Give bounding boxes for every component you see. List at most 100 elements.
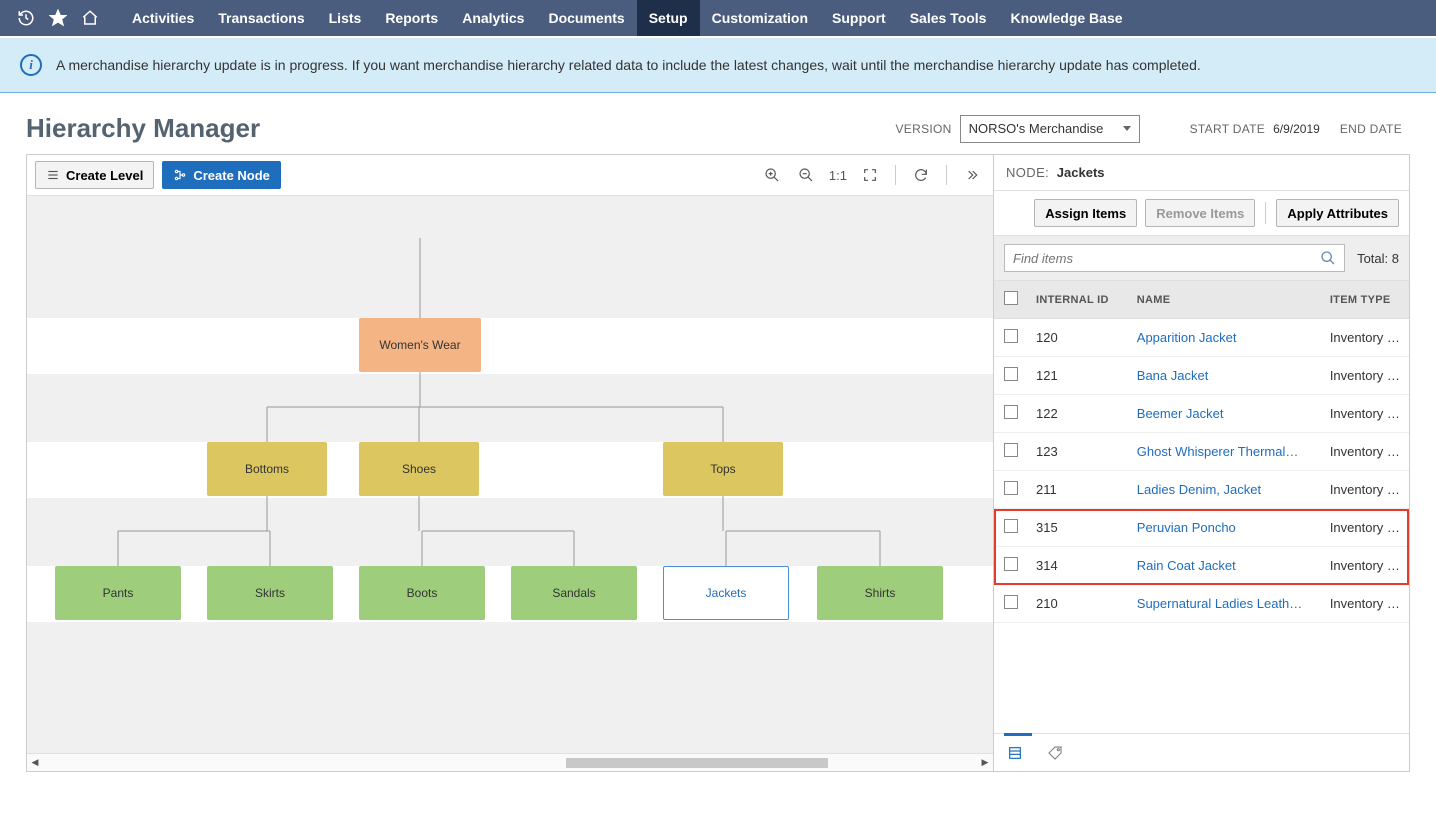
row-checkbox[interactable] <box>1004 329 1018 343</box>
total-count: Total: 8 <box>1357 251 1399 266</box>
star-icon[interactable] <box>44 4 72 32</box>
nav-transactions[interactable]: Transactions <box>206 0 316 36</box>
end-date-field: END DATE <box>1340 122 1410 136</box>
cell-name-link[interactable]: Apparition Jacket <box>1129 319 1322 357</box>
node-boots[interactable]: Boots <box>359 566 485 620</box>
cell-name-link[interactable]: Beemer Jacket <box>1129 395 1322 433</box>
cell-internal-id: 122 <box>1028 395 1129 433</box>
page-title: Hierarchy Manager <box>26 113 876 144</box>
nav-support[interactable]: Support <box>820 0 898 36</box>
page-header: Hierarchy Manager VERSION NORSO's Mercha… <box>0 93 1436 154</box>
version-select[interactable]: NORSO's Merchandise <box>960 115 1140 143</box>
node-tops[interactable]: Tops <box>663 442 783 496</box>
nav-sales-tools[interactable]: Sales Tools <box>898 0 999 36</box>
horizontal-scrollbar[interactable]: ◀ ▶ <box>27 753 993 771</box>
zoom-reset-button[interactable]: 1:1 <box>827 168 849 183</box>
search-icon <box>1320 250 1336 266</box>
main-split: Create Level Create Node 1:1 Women's Wea <box>26 154 1410 772</box>
create-level-button[interactable]: Create Level <box>35 161 154 189</box>
list-view-icon[interactable] <box>1004 742 1026 764</box>
table-row[interactable]: 210 Supernatural Ladies Leath… Inventory… <box>994 585 1409 623</box>
col-internal-id[interactable]: INTERNAL ID <box>1028 281 1129 319</box>
table-row[interactable]: 314 Rain Coat Jacket Inventory I… <box>994 547 1409 585</box>
cell-item-type: Inventory I… <box>1322 319 1409 357</box>
col-item-type[interactable]: ITEM TYPE <box>1322 281 1409 319</box>
separator <box>946 165 947 185</box>
table-row[interactable]: 120 Apparition Jacket Inventory I… <box>994 319 1409 357</box>
nav-customization[interactable]: Customization <box>700 0 820 36</box>
scroll-left-icon[interactable]: ◀ <box>27 757 43 768</box>
row-checkbox[interactable] <box>1004 367 1018 381</box>
node-skirts[interactable]: Skirts <box>207 566 333 620</box>
hierarchy-canvas[interactable]: Women's Wear Bottoms Shoes Tops Pants Skirts B… <box>27 196 993 753</box>
side-footer <box>994 733 1409 771</box>
scroll-thumb[interactable] <box>566 758 828 768</box>
nav-reports[interactable]: Reports <box>373 0 450 36</box>
table-row[interactable]: 121 Bana Jacket Inventory I… <box>994 357 1409 395</box>
apply-attributes-button[interactable]: Apply Attributes <box>1276 199 1399 227</box>
fullscreen-icon[interactable] <box>857 162 883 188</box>
search-input[interactable] <box>1013 251 1320 266</box>
cell-internal-id: 121 <box>1028 357 1129 395</box>
start-date-value: 6/9/2019 <box>1273 122 1320 136</box>
remove-items-button: Remove Items <box>1145 199 1255 227</box>
search-box[interactable] <box>1004 244 1345 272</box>
cell-item-type: Inventory I… <box>1322 395 1409 433</box>
node-jackets[interactable]: Jackets <box>663 566 789 620</box>
node-shirts[interactable]: Shirts <box>817 566 943 620</box>
version-field: VERSION NORSO's Merchandise <box>896 115 1140 143</box>
refresh-icon[interactable] <box>908 162 934 188</box>
node-bottoms[interactable]: Bottoms <box>207 442 327 496</box>
cell-name-link[interactable]: Ghost Whisperer Thermal… <box>1129 433 1322 471</box>
table-row[interactable]: 315 Peruvian Poncho Inventory I… <box>994 509 1409 547</box>
create-level-label: Create Level <box>66 168 143 183</box>
end-date-label: END DATE <box>1340 122 1402 136</box>
col-name[interactable]: NAME <box>1129 281 1322 319</box>
node-label: NODE: <box>1006 165 1049 180</box>
assign-items-button[interactable]: Assign Items <box>1034 199 1137 227</box>
cell-name-link[interactable]: Bana Jacket <box>1129 357 1322 395</box>
node-women-s-wear[interactable]: Women's Wear <box>359 318 481 372</box>
cell-internal-id: 315 <box>1028 509 1129 547</box>
row-checkbox[interactable] <box>1004 481 1018 495</box>
cell-name-link[interactable]: Supernatural Ladies Leath… <box>1129 585 1322 623</box>
nav-setup[interactable]: Setup <box>637 0 700 36</box>
node-shoes[interactable]: Shoes <box>359 442 479 496</box>
row-checkbox[interactable] <box>1004 405 1018 419</box>
chevron-down-icon <box>1123 126 1131 131</box>
info-text: A merchandise hierarchy update is in pro… <box>56 57 1201 73</box>
cell-internal-id: 314 <box>1028 547 1129 585</box>
cell-name-link[interactable]: Ladies Denim, Jacket <box>1129 471 1322 509</box>
home-icon[interactable] <box>76 4 104 32</box>
tag-view-icon[interactable] <box>1044 742 1066 764</box>
cell-name-link[interactable]: Rain Coat Jacket <box>1129 547 1322 585</box>
info-banner: i A merchandise hierarchy update is in p… <box>0 38 1436 93</box>
cell-item-type: Inventory I… <box>1322 509 1409 547</box>
zoom-out-icon[interactable] <box>793 162 819 188</box>
expand-icon[interactable] <box>959 162 985 188</box>
nav-documents[interactable]: Documents <box>536 0 636 36</box>
cell-item-type: Inventory I… <box>1322 547 1409 585</box>
separator <box>1265 202 1266 224</box>
cell-name-link[interactable]: Peruvian Poncho <box>1129 509 1322 547</box>
row-checkbox[interactable] <box>1004 557 1018 571</box>
node-sandals[interactable]: Sandals <box>511 566 637 620</box>
create-node-button[interactable]: Create Node <box>162 161 281 189</box>
table-row[interactable]: 211 Ladies Denim, Jacket Inventory I… <box>994 471 1409 509</box>
scroll-right-icon[interactable]: ▶ <box>977 757 993 768</box>
node-value: Jackets <box>1057 165 1105 180</box>
select-all-checkbox[interactable] <box>1004 291 1018 305</box>
nav-knowledge-base[interactable]: Knowledge Base <box>998 0 1134 36</box>
table-row[interactable]: 123 Ghost Whisperer Thermal… Inventory I… <box>994 433 1409 471</box>
separator <box>895 165 896 185</box>
row-checkbox[interactable] <box>1004 595 1018 609</box>
row-checkbox[interactable] <box>1004 443 1018 457</box>
row-checkbox[interactable] <box>1004 519 1018 533</box>
node-pants[interactable]: Pants <box>55 566 181 620</box>
table-row[interactable]: 122 Beemer Jacket Inventory I… <box>994 395 1409 433</box>
nav-analytics[interactable]: Analytics <box>450 0 536 36</box>
history-icon[interactable] <box>12 4 40 32</box>
nav-activities[interactable]: Activities <box>120 0 206 36</box>
nav-lists[interactable]: Lists <box>317 0 374 36</box>
zoom-in-icon[interactable] <box>759 162 785 188</box>
